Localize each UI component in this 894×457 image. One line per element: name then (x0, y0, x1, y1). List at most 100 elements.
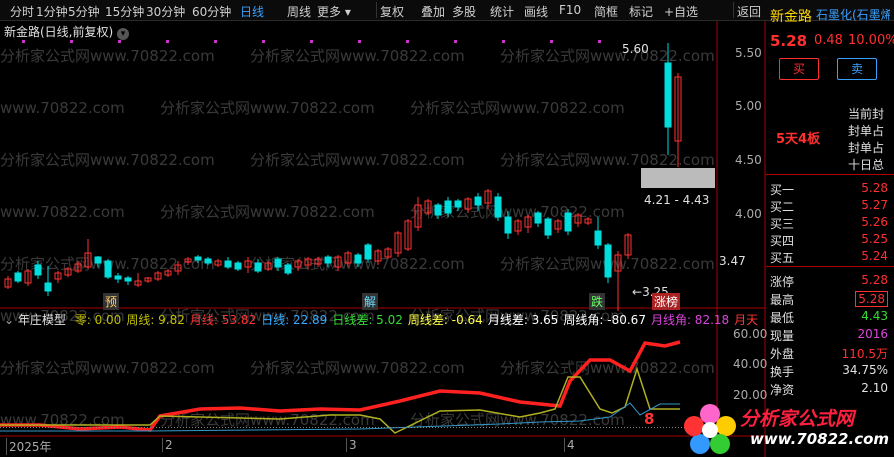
svg-text:分析家公式网www.70822.com: 分析家公式网www.70822.com (0, 359, 215, 377)
zero-line-dot (315, 427, 316, 428)
buy-button[interactable]: 买 (779, 58, 819, 80)
stock-change-pct: 10.00% (848, 33, 894, 48)
svg-text:分析家公式网www.70822.com: 分析家公式网www.70822.com (160, 203, 375, 221)
toolbar-item-15[interactable]: 简框 (594, 3, 618, 20)
candle-body (364, 244, 372, 260)
zero-line-dot (45, 427, 46, 428)
candle-body (564, 212, 572, 232)
zero-line-dot (297, 427, 298, 428)
side-note: 十日总 (848, 158, 885, 172)
zero-line-dot (432, 427, 433, 428)
zero-line-dot (609, 427, 610, 428)
svg-text:分析家公式网www.70822.com: 分析家公式网www.70822.com (250, 47, 465, 65)
zero-line-dot (303, 427, 304, 428)
svg-text:分析家公式网www.70822.com: 分析家公式网www.70822.com (500, 47, 715, 65)
toolbar-item-0[interactable]: 分时 (10, 3, 34, 20)
sell-button[interactable]: 卖 (837, 58, 877, 80)
chevron-down-icon[interactable]: ▾ (117, 28, 130, 40)
toolbar-item-7[interactable]: 周线 (287, 3, 311, 20)
toolbar-item-16[interactable]: 标记 (629, 3, 653, 20)
zero-line-dot (231, 427, 232, 428)
date-axis-label: 3 (346, 438, 357, 452)
zero-line-dot (153, 427, 154, 428)
candle-body (534, 212, 542, 224)
zero-line-dot (186, 427, 187, 428)
quote-value: 5.28 (861, 273, 888, 287)
zero-line-dot (228, 427, 229, 428)
zero-line-dot (126, 427, 127, 428)
chart-title-text: 新金路(日线,前复权) (4, 25, 114, 39)
toolbar-item-9[interactable]: 复权 (380, 3, 404, 20)
orderbook-value: 5.27 (861, 198, 888, 212)
zero-line-dot (591, 427, 592, 428)
indicator-field: 月天 (734, 313, 759, 327)
toolbar-item-14[interactable]: F10 (559, 3, 581, 17)
chevron-down-icon[interactable]: ⌄ (4, 313, 14, 327)
stock-tag[interactable]: 石墨化(石墨烯 (816, 6, 890, 23)
candle-body (204, 258, 212, 264)
quote-value: 5.28 (855, 291, 888, 307)
signal-dot (598, 40, 601, 43)
toolbar-item-17[interactable]: +自选 (664, 3, 698, 20)
zero-line-dot (78, 427, 79, 428)
zero-line-dot (24, 427, 25, 428)
zero-line-dot (639, 427, 640, 428)
zero-line-dot (420, 427, 421, 428)
indicator-name: 年庄模型 (17, 313, 66, 327)
zero-line-dot (534, 427, 535, 428)
indicator-field: 日线: 22.89 (261, 313, 328, 327)
zero-line-dot (234, 427, 235, 428)
zero-line-dot (417, 427, 418, 428)
toolbar-item-5[interactable]: 60分钟 (192, 3, 231, 20)
zero-line-dot (390, 427, 391, 428)
zero-line-dot (48, 427, 49, 428)
signal-dot (550, 40, 553, 43)
toolbar-item-11[interactable]: 多股 (452, 3, 476, 20)
candle-body (234, 262, 242, 270)
candle-body (124, 277, 132, 282)
zero-line-dot (102, 427, 103, 428)
zero-line-dot (369, 427, 370, 428)
zero-line-dot (81, 427, 82, 428)
zero-line-dot (156, 427, 157, 428)
zero-line-dot (489, 427, 490, 428)
toolbar-item-12[interactable]: 统计 (490, 3, 514, 20)
side-note: 当前封 (848, 107, 885, 121)
zero-line-dot (294, 427, 295, 428)
zero-line-dot (75, 427, 76, 428)
toolbar-separator (376, 2, 377, 18)
toolbar-item-4[interactable]: 30分钟 (146, 3, 185, 20)
zero-line-dot (618, 427, 619, 428)
zero-line-dot (543, 427, 544, 428)
toolbar-item-1[interactable]: 1分钟 (36, 3, 68, 20)
candle-body (354, 254, 362, 264)
zero-line-dot (117, 427, 118, 428)
candle-body (444, 200, 452, 214)
candle-body (194, 256, 202, 261)
indicator-axis-label: 60.00 (733, 327, 768, 341)
zero-line-dot (198, 427, 199, 428)
zero-line-dot (135, 427, 136, 428)
candle-body (504, 216, 512, 234)
zero-line-dot (528, 427, 529, 428)
toolbar-item-3[interactable]: 15分钟 (105, 3, 144, 20)
toolbar-item-13[interactable]: 画线 (524, 3, 548, 20)
candle-body (44, 282, 52, 292)
toolbar-item-6[interactable]: 日线 (240, 3, 264, 20)
zero-line-dot (426, 427, 427, 428)
toolbar-item-18[interactable]: 返回 (737, 3, 761, 20)
orderbook-value: 5.25 (861, 232, 888, 246)
zero-line-dot (414, 427, 415, 428)
toolbar-item-2[interactable]: 5分钟 (68, 3, 100, 20)
zero-line-dot (63, 427, 64, 428)
top-toolbar: 分时 1分钟 5分钟 15分钟 30分钟 60分钟 日线 周线 更多 ▾ 复权 叠加 多股 统计 画线 F1… (0, 0, 894, 21)
quote-label: 净资 (770, 383, 795, 397)
zero-line-dot (552, 427, 553, 428)
indicator-field: 日线差: 5.02 (332, 313, 403, 327)
toolbar-item-10[interactable]: 叠加 (421, 3, 445, 20)
zero-line-dot (588, 427, 589, 428)
toolbar-item-8[interactable]: 更多 ▾ (317, 3, 351, 20)
zero-line-dot (0, 427, 1, 428)
zero-line-dot (606, 427, 607, 428)
zero-line-dot (159, 427, 160, 428)
